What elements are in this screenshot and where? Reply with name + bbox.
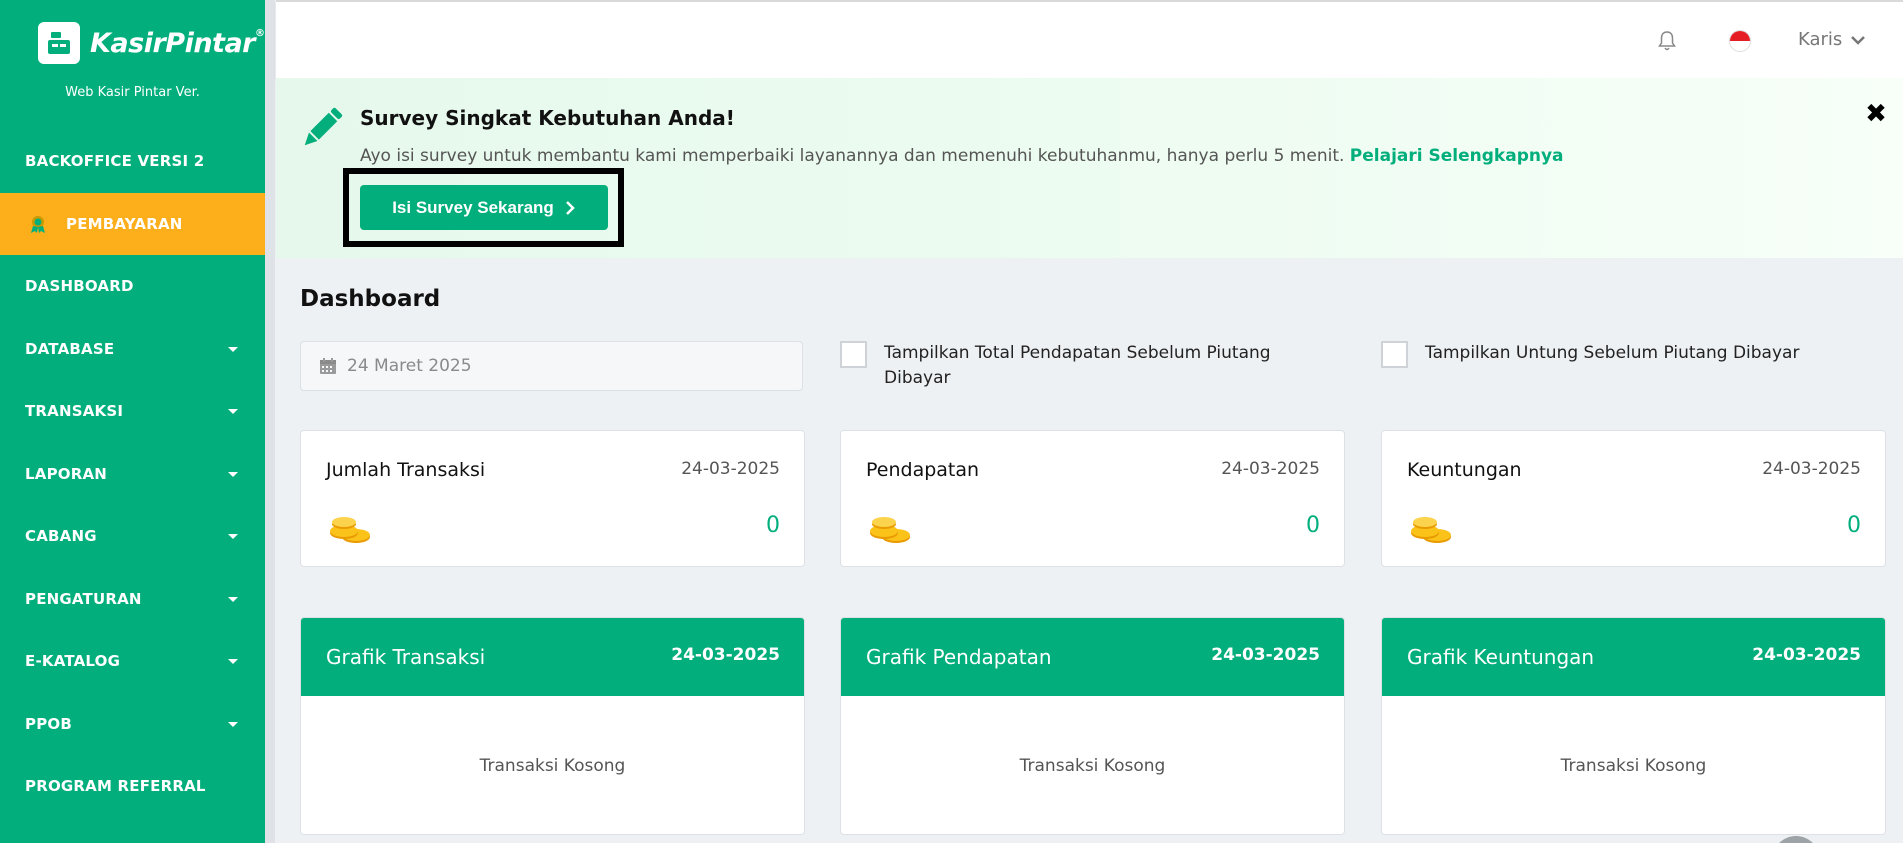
user-menu[interactable]: Karis xyxy=(1798,29,1866,50)
date-value: 24 Maret 2025 xyxy=(347,356,472,376)
stat-label: Pendapatan xyxy=(866,459,980,481)
graph-card-pendapatan: Grafik Pendapatan 24-03-2025 Transaksi K… xyxy=(840,617,1345,835)
stat-date: 24-03-2025 xyxy=(681,459,780,479)
sidebar-item-cabang[interactable]: CABANG xyxy=(0,505,265,568)
bell-icon[interactable] xyxy=(1657,30,1677,52)
survey-banner: Survey Singkat Kebutuhan Anda! Ayo isi s… xyxy=(276,78,1903,258)
sidebar-item-label: DATABASE xyxy=(25,339,115,358)
sidebar-item-ppob[interactable]: PPOB xyxy=(0,693,265,756)
caret-down-icon xyxy=(228,471,238,477)
calendar-icon xyxy=(320,358,336,374)
sidebar-item-label: E-KATALOG xyxy=(25,652,121,671)
checkbox-total-pendapatan[interactable]: Tampilkan Total Pendapatan Sebelum Piuta… xyxy=(840,341,1340,391)
fill-survey-label: Isi Survey Sekarang xyxy=(392,197,554,217)
graph-title: Grafik Keuntungan xyxy=(1407,645,1595,669)
checkbox-label: Tampilkan Untung Sebelum Piutang Dibayar xyxy=(1425,343,1800,363)
sidebar-item-label: LAPORAN xyxy=(25,464,108,483)
sidebar-item-pembayaran[interactable]: PEMBAYARAN xyxy=(0,192,265,255)
graph-title: Grafik Pendapatan xyxy=(866,645,1052,669)
sidebar-item-database[interactable]: DATABASE xyxy=(0,318,265,381)
survey-text: Ayo isi survey untuk membantu kami mempe… xyxy=(360,146,1345,166)
fill-survey-button[interactable]: Isi Survey Sekarang xyxy=(360,185,608,230)
user-name: Karis xyxy=(1798,29,1843,50)
learn-more-link[interactable]: Pelajari Selengkapnya xyxy=(1350,146,1564,166)
sidebar-item-pengaturan[interactable]: PENGATURAN xyxy=(0,568,265,631)
sidebar-item-laporan[interactable]: LAPORAN xyxy=(0,443,265,506)
checkbox[interactable] xyxy=(840,341,867,368)
sidebar-item-label: PENGATURAN xyxy=(25,589,142,608)
medal-icon xyxy=(31,215,45,233)
stat-value: 0 xyxy=(1306,513,1320,538)
scroll-to-top-button[interactable] xyxy=(1772,836,1820,843)
pencil-icon xyxy=(304,107,343,146)
empty-state: Transaksi Kosong xyxy=(1019,756,1166,776)
stat-card-jumlah-transaksi: Jumlah Transaksi 24-03-2025 0 xyxy=(300,430,805,567)
date-picker-input[interactable]: 24 Maret 2025 xyxy=(300,341,803,391)
stat-card-keuntungan: Keuntungan 24-03-2025 0 xyxy=(1381,430,1886,567)
checkbox[interactable] xyxy=(1381,341,1408,368)
stat-label: Keuntungan xyxy=(1407,459,1522,481)
graph-header: Grafik Pendapatan 24-03-2025 xyxy=(841,618,1344,696)
coins-icon xyxy=(870,517,910,543)
caret-down-icon xyxy=(228,346,238,352)
checkbox-untung[interactable]: Tampilkan Untung Sebelum Piutang Dibayar xyxy=(1381,341,1881,368)
indonesia-flag-icon[interactable] xyxy=(1729,30,1751,52)
version-label: Web Kasir Pintar Ver. xyxy=(65,85,200,100)
caret-down-icon xyxy=(228,721,238,727)
brand-logo[interactable]: KasirPintar® xyxy=(38,22,265,64)
sidebar-item-label: PPOB xyxy=(25,714,72,733)
sidebar-divider xyxy=(265,0,275,843)
sidebar-item-e-katalog[interactable]: E-KATALOG xyxy=(0,630,265,693)
sidebar-item-backoffice[interactable]: BACKOFFICE VERSI 2 xyxy=(0,130,265,193)
sidebar-item-program-referral[interactable]: PROGRAM REFERRAL xyxy=(0,755,265,818)
graph-header: Grafik Transaksi 24-03-2025 xyxy=(301,618,804,696)
graph-title: Grafik Transaksi xyxy=(326,645,486,669)
sidebar-item-label: CABANG xyxy=(25,527,97,546)
checkbox-label: Tampilkan Total Pendapatan Sebelum Piuta… xyxy=(884,343,1271,388)
caret-down-icon xyxy=(228,659,238,665)
caret-down-icon xyxy=(228,596,238,602)
cash-register-icon xyxy=(38,22,80,64)
sidebar-item-transaksi[interactable]: TRANSAKSI xyxy=(0,380,265,443)
stat-date: 24-03-2025 xyxy=(1762,459,1861,479)
graph-date: 24-03-2025 xyxy=(1752,645,1861,665)
stat-date: 24-03-2025 xyxy=(1221,459,1320,479)
chevron-right-icon xyxy=(565,200,575,215)
coins-icon xyxy=(330,517,370,543)
sidebar-item-label: DASHBOARD xyxy=(25,277,134,296)
graph-header: Grafik Keuntungan 24-03-2025 xyxy=(1382,618,1885,696)
stat-value: 0 xyxy=(766,513,780,538)
survey-description: Ayo isi survey untuk membantu kami mempe… xyxy=(360,146,1564,166)
stat-label: Jumlah Transaksi xyxy=(326,459,486,481)
stat-value: 0 xyxy=(1847,513,1861,538)
sidebar-item-label: PROGRAM REFERRAL xyxy=(25,777,206,796)
caret-down-icon xyxy=(228,409,238,415)
sidebar-item-label: BACKOFFICE VERSI 2 xyxy=(25,152,205,171)
graph-date: 24-03-2025 xyxy=(671,645,780,665)
sidebar: KasirPintar® Web Kasir Pintar Ver. BACKO… xyxy=(0,0,265,843)
stat-card-pendapatan: Pendapatan 24-03-2025 0 xyxy=(840,430,1345,567)
caret-down-icon xyxy=(228,534,238,540)
sidebar-nav: BACKOFFICE VERSI 2 PEMBAYARAN DASHBOARD … xyxy=(0,130,265,818)
graph-card-transaksi: Grafik Transaksi 24-03-2025 Transaksi Ko… xyxy=(300,617,805,835)
top-header: Karis xyxy=(276,0,1903,78)
close-icon[interactable]: ✖ xyxy=(1864,101,1888,127)
coins-icon xyxy=(1411,517,1451,543)
empty-state: Transaksi Kosong xyxy=(1560,756,1707,776)
sidebar-item-label: PEMBAYARAN xyxy=(66,214,183,233)
graph-card-keuntungan: Grafik Keuntungan 24-03-2025 Transaksi K… xyxy=(1381,617,1886,835)
chevron-down-icon xyxy=(1851,35,1866,45)
sidebar-item-label: TRANSAKSI xyxy=(25,402,124,421)
survey-title: Survey Singkat Kebutuhan Anda! xyxy=(360,106,735,130)
empty-state: Transaksi Kosong xyxy=(479,756,626,776)
trademark-mark: ® xyxy=(255,27,265,39)
page-title: Dashboard xyxy=(300,286,441,312)
sidebar-item-dashboard[interactable]: DASHBOARD xyxy=(0,255,265,318)
graph-date: 24-03-2025 xyxy=(1211,645,1320,665)
logo-text: KasirPintar xyxy=(90,27,256,59)
